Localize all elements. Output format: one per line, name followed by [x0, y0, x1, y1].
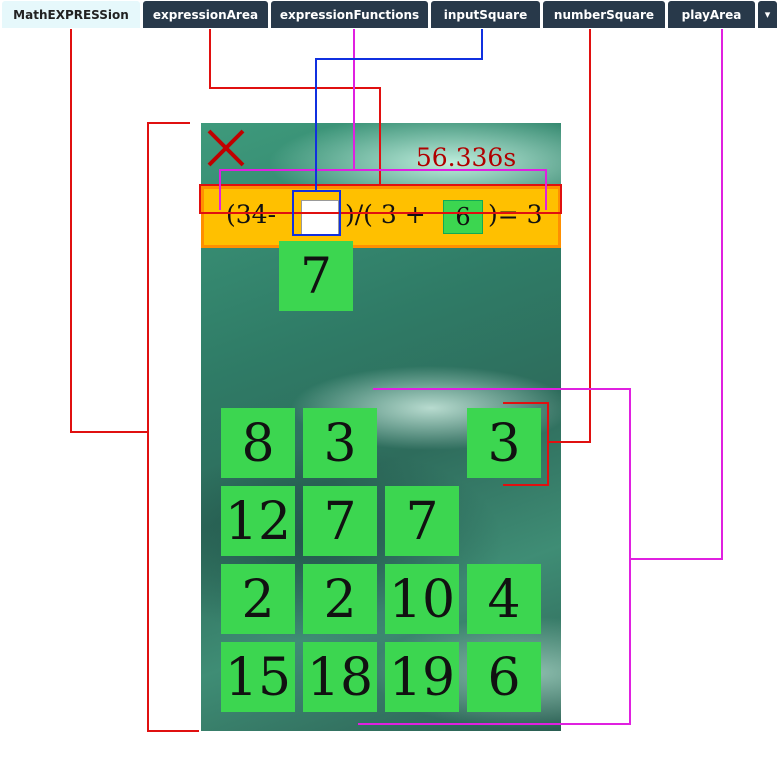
tabs-overflow-button[interactable]: ▾ — [758, 1, 777, 28]
annotation-mathexpression — [70, 29, 199, 732]
number-square[interactable]: 6 — [443, 200, 483, 234]
number-tile[interactable]: 7 — [385, 486, 459, 556]
number-tile[interactable]: 12 — [221, 486, 295, 556]
tab-mathexpression[interactable]: MathEXPRESSion — [2, 1, 140, 28]
timer: 56.336s — [415, 143, 517, 172]
number-tile[interactable]: 4 — [467, 564, 541, 634]
dragged-number-tile[interactable]: 7 — [279, 241, 353, 311]
tab-expressionfunctions[interactable]: expressionFunctions — [271, 1, 428, 28]
number-tile[interactable]: 2 — [221, 564, 295, 634]
tab-numbersquare[interactable]: numberSquare — [543, 1, 665, 28]
expression-part-2: )/( 3 + — [345, 200, 426, 229]
number-tile[interactable]: 19 — [385, 642, 459, 712]
tab-playarea[interactable]: playArea — [668, 1, 755, 28]
expression-part-3: )= 3 — [488, 200, 543, 229]
tab-expressionarea[interactable]: expressionArea — [143, 1, 268, 28]
input-square[interactable] — [301, 200, 339, 236]
number-tile[interactable]: 18 — [303, 642, 377, 712]
number-tile[interactable]: 3 — [303, 408, 377, 478]
expression-bar: (34- )/( 3 + 6 )= 3 — [201, 186, 561, 248]
number-tile[interactable]: 3 — [467, 408, 541, 478]
expression-part-1: (34- — [226, 200, 277, 229]
number-tile[interactable]: 15 — [221, 642, 295, 712]
game-screen: 56.336s (34- )/( 3 + 6 )= 3 7 8 3 3 12 7 7 2 2 1… — [201, 123, 561, 731]
number-tile[interactable]: 7 — [303, 486, 377, 556]
tab-bar: MathEXPRESSion expressionArea expression… — [0, 0, 777, 29]
number-tile[interactable]: 10 — [385, 564, 459, 634]
close-icon[interactable] — [205, 127, 247, 169]
number-tile[interactable]: 8 — [221, 408, 295, 478]
number-tile[interactable]: 6 — [467, 642, 541, 712]
tab-inputsquare[interactable]: inputSquare — [431, 1, 540, 28]
number-tile[interactable]: 2 — [303, 564, 377, 634]
